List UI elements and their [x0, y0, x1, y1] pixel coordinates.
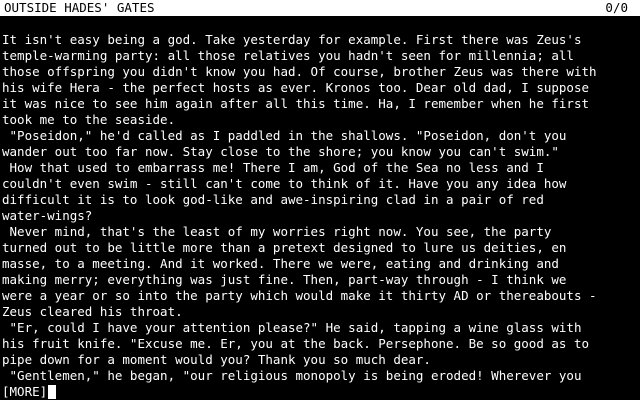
- story-line: took me to the seaside.: [2, 112, 176, 127]
- story-line: temple-warming party: all those relative…: [2, 48, 574, 63]
- story-text: It isn't easy being a god. Take yesterda…: [2, 32, 638, 384]
- story-line: masse, to a meeting. And it worked. Ther…: [2, 256, 559, 271]
- story-line: those offspring you didn't know you had.…: [2, 64, 597, 79]
- story-line: "Poseidon," he'd called as I paddled in …: [2, 128, 567, 143]
- story-line: pipe down for a moment would you? Thank …: [2, 352, 431, 367]
- story-line: turned out to be little more than a pret…: [2, 240, 567, 255]
- score-display: 0/0: [605, 0, 628, 15]
- story-line: making merry; everything was just fine. …: [2, 272, 567, 287]
- story-line: It isn't easy being a god. Take yesterda…: [2, 32, 582, 47]
- more-label: [MORE]: [2, 384, 48, 399]
- story-line: his wife Hera - the perfect hosts as eve…: [2, 80, 589, 95]
- status-bar: OUTSIDE HADES' GATES 0/0: [0, 0, 640, 16]
- story-line: "Er, could I have your attention please?…: [2, 320, 582, 335]
- story-line: wander out too far now. Stay close to th…: [2, 144, 559, 159]
- story-line: couldn't even swim - still can't come to…: [2, 176, 567, 191]
- text-cursor: [48, 385, 57, 399]
- story-line: Zeus cleared his throat.: [2, 304, 183, 319]
- location-name: OUTSIDE HADES' GATES: [4, 0, 155, 15]
- story-line: "Gentlemen," he began, "our religious mo…: [2, 368, 582, 383]
- story-line: his fruit knife. "Excuse me. Er, you at …: [2, 336, 589, 351]
- story-line: How that used to embarrass me! There I a…: [2, 160, 544, 175]
- story-line: water-wings?: [2, 208, 93, 223]
- story-line: Never mind, that's the least of my worri…: [2, 224, 552, 239]
- story-line: difficult it is to look god-like and awe…: [2, 192, 544, 207]
- story-line: were a year or so into the party which w…: [2, 288, 597, 303]
- more-prompt[interactable]: [MORE]: [2, 384, 57, 400]
- story-line: it was nice to see him again after all t…: [2, 96, 589, 111]
